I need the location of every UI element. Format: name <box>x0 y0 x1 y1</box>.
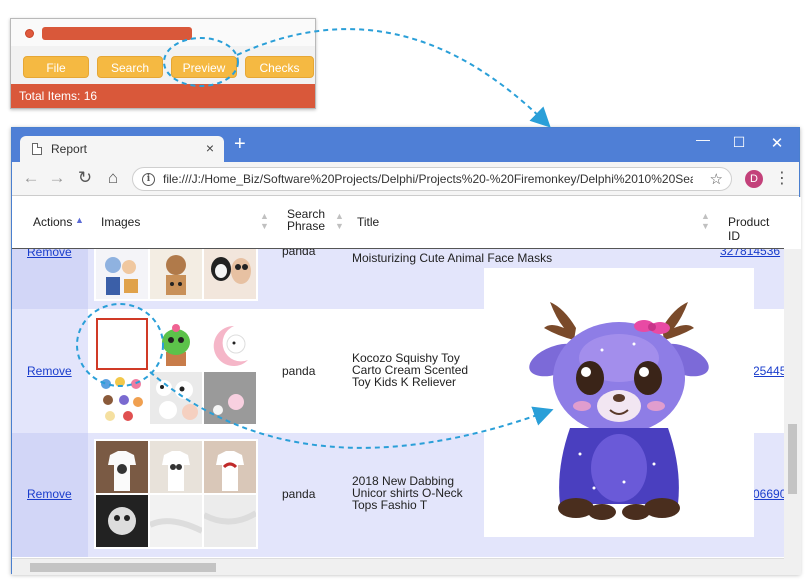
product-thumbnail[interactable] <box>204 247 256 299</box>
menu-dots-icon[interactable]: ⋮ <box>774 168 790 188</box>
app-title-redacted <box>42 27 192 40</box>
app-window: File Search Preview Checks Total Items: … <box>10 18 316 109</box>
fabric-image <box>204 495 256 547</box>
moon-squishy-image <box>204 372 256 424</box>
product-id-link[interactable]: 06690 <box>753 487 786 501</box>
info-icon[interactable]: i <box>142 173 155 186</box>
tab-close-icon[interactable]: × <box>206 140 214 156</box>
search-phrase-cell: panda <box>282 487 316 501</box>
face-mask-image <box>150 247 202 299</box>
browser-toolbar: ← → ↻ ⌂ i file:///J:/Home_Biz/Software%2… <box>12 162 799 196</box>
face-mask-image <box>204 247 256 299</box>
unicorn-moon-image <box>204 318 256 370</box>
table-header: Actions ▲ Images ▲ ▼ Search Phrase ▲ ▼ T… <box>12 197 784 249</box>
product-thumbnail[interactable] <box>204 495 256 547</box>
product-thumbnail[interactable] <box>150 372 202 424</box>
sort-icon[interactable]: ▼ <box>701 221 710 231</box>
product-thumbnail[interactable] <box>96 372 148 424</box>
product-thumbnail[interactable] <box>150 441 202 493</box>
product-id-link[interactable]: 25445 <box>753 364 786 378</box>
sort-icon[interactable]: ▲ <box>335 211 344 221</box>
product-thumbnail[interactable] <box>204 318 256 370</box>
minimize-icon[interactable]: — <box>693 131 713 147</box>
title-cell: Moisturizing Cute Animal Face Masks <box>352 251 553 265</box>
tshirt-image <box>150 441 202 493</box>
header-images[interactable]: Images <box>101 215 140 229</box>
back-arrow-icon[interactable]: ← <box>20 168 42 188</box>
maximize-icon[interactable]: ☐ <box>729 134 749 151</box>
product-thumbnail[interactable] <box>96 247 148 299</box>
image-collage <box>94 316 258 426</box>
fabric-image <box>150 495 202 547</box>
product-thumbnail[interactable] <box>204 372 256 424</box>
sort-ascending-icon[interactable]: ▲ <box>75 215 84 225</box>
product-thumbnail[interactable] <box>150 318 202 370</box>
tab-report[interactable]: Report × <box>20 136 224 163</box>
remove-link[interactable]: Remove <box>27 487 72 501</box>
sort-icon[interactable]: ▲ <box>260 211 269 221</box>
sort-icon[interactable]: ▼ <box>335 221 344 231</box>
product-thumbnail[interactable] <box>150 495 202 547</box>
checks-button[interactable]: Checks <box>245 56 314 78</box>
title-cell: Kocozo Squishy Toy Carto Cream Scented T… <box>352 351 469 389</box>
product-thumbnail[interactable] <box>96 495 148 547</box>
close-icon[interactable] <box>25 29 34 38</box>
panda-squishy-image <box>150 372 202 424</box>
search-button[interactable]: Search <box>97 56 163 78</box>
url-text: file:///J:/Home_Biz/Software%20Projects/… <box>163 172 693 186</box>
header-actions-label: Actions <box>33 215 73 229</box>
app-titlebar <box>11 19 315 46</box>
horizontal-scroll-thumb[interactable] <box>30 563 216 572</box>
image-preview-popup <box>484 268 754 537</box>
selected-thumbnail[interactable] <box>96 318 148 370</box>
cactus-squishy-image <box>150 318 202 370</box>
header-actions[interactable]: Actions <box>33 215 72 229</box>
tshirt-print-image <box>96 495 148 547</box>
product-thumbnail[interactable] <box>150 247 202 299</box>
vertical-scrollbar[interactable] <box>784 249 801 575</box>
page-icon <box>32 143 42 155</box>
header-phrase-line2: Phrase <box>287 219 326 233</box>
header-search-phrase[interactable]: Search Phrase <box>287 208 325 232</box>
status-bar: Total Items: 16 <box>11 84 315 108</box>
file-button[interactable]: File <box>23 56 89 78</box>
squishy-set-image <box>96 372 148 424</box>
deer-squishy-image <box>484 268 754 537</box>
sort-icon[interactable]: ▼ <box>260 221 269 231</box>
horizontal-scrollbar[interactable] <box>12 558 784 575</box>
product-thumbnail[interactable] <box>204 441 256 493</box>
header-product-id[interactable]: Product ID <box>728 215 784 243</box>
tshirt-image <box>96 441 148 493</box>
image-collage <box>94 439 258 549</box>
window-close-icon[interactable]: ✕ <box>767 134 787 152</box>
search-phrase-cell: panda <box>282 364 316 378</box>
app-toolbar: File Search Preview Checks <box>23 56 314 78</box>
tab-title: Report <box>51 142 88 156</box>
profile-avatar[interactable]: D <box>745 170 763 188</box>
vertical-scroll-thumb[interactable] <box>788 424 797 494</box>
address-bar[interactable]: i file:///J:/Home_Biz/Software%20Project… <box>132 167 732 191</box>
header-title[interactable]: Title <box>357 215 379 229</box>
tab-strip: Report × + — ☐ ✕ <box>12 128 799 163</box>
remove-link[interactable]: Remove <box>27 364 72 378</box>
new-tab-icon[interactable]: + <box>234 134 246 154</box>
product-thumbnail[interactable] <box>96 441 148 493</box>
face-mask-image <box>96 247 148 299</box>
reload-icon[interactable]: ↻ <box>74 168 96 188</box>
sort-icon[interactable]: ▲ <box>701 211 710 221</box>
title-cell: 2018 New Dabbing Unicor shirts O-Neck To… <box>352 474 463 512</box>
image-collage <box>94 245 258 301</box>
bookmark-star-icon[interactable]: ☆ <box>710 170 723 188</box>
tshirt-image <box>204 441 256 493</box>
forward-arrow-icon[interactable]: → <box>46 168 68 188</box>
home-icon[interactable]: ⌂ <box>102 168 124 188</box>
preview-button[interactable]: Preview <box>171 56 237 78</box>
